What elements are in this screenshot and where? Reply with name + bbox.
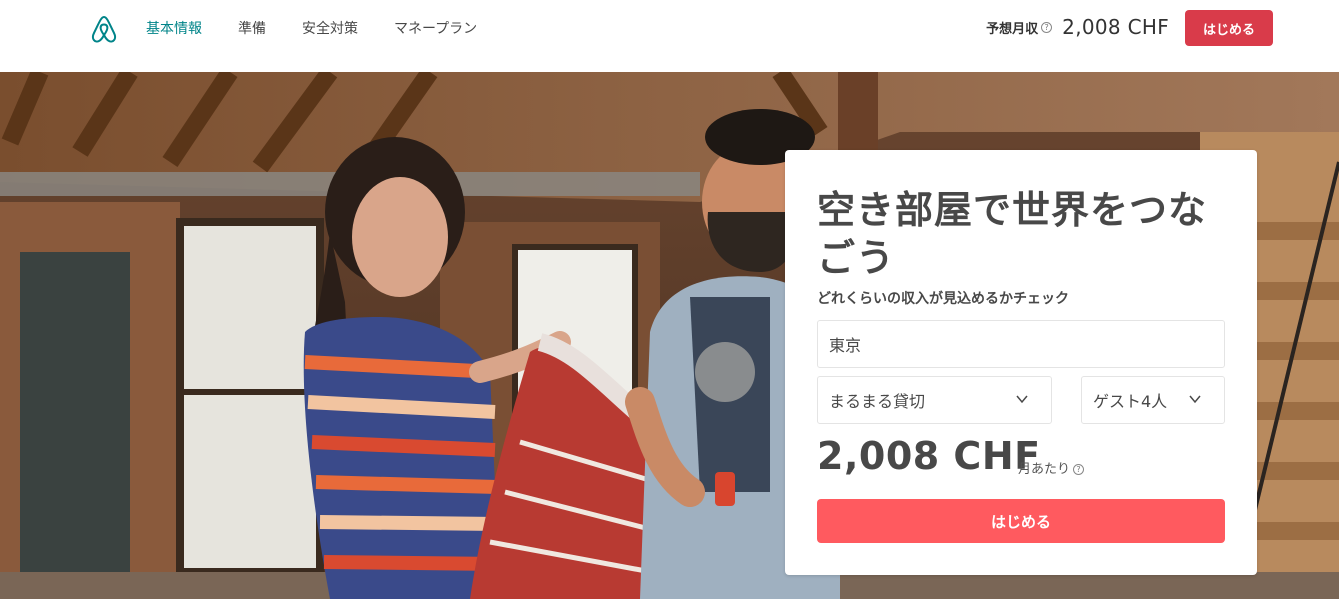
card-start-button[interactable]: はじめる — [817, 499, 1225, 543]
estimated-earnings-value: 2,008 CHF — [1062, 15, 1169, 39]
main-nav: 基本情報 準備 安全対策 マネープラン — [146, 19, 513, 44]
nav-item-basics[interactable]: 基本情報 — [146, 19, 202, 44]
estimated-price: 2,008 CHF — [817, 434, 1041, 478]
guests-select[interactable]: ゲスト4人 — [1081, 376, 1225, 424]
city-input[interactable]: 東京 — [817, 320, 1225, 368]
nav-item-preparation[interactable]: 準備 — [238, 19, 266, 44]
header-start-button[interactable]: はじめる — [1185, 10, 1273, 46]
earnings-estimator-card: 空き部屋で世界をつなごう どれくらいの収入が見込めるかチェック 東京 まるまる貸… — [785, 150, 1257, 575]
estimated-earnings-label: 予想月収 — [986, 21, 1039, 37]
nav-item-safety[interactable]: 安全対策 — [302, 19, 358, 44]
card-headline: 空き部屋で世界をつなごう — [817, 188, 1208, 280]
chevron-down-icon — [1016, 395, 1028, 404]
card-subheadline: どれくらいの収入が見込めるかチェック — [817, 291, 1069, 307]
per-month-label-group: 月あたり? — [1018, 458, 1085, 477]
airbnb-logo-icon[interactable] — [88, 14, 120, 46]
listing-type-select[interactable]: まるまる貸切 — [817, 376, 1052, 424]
per-month-label: 月あたり — [1018, 462, 1071, 477]
nav-item-money-plan[interactable]: マネープラン — [394, 19, 477, 44]
help-icon[interactable]: ? — [1073, 464, 1085, 475]
city-input-value: 東京 — [829, 336, 862, 355]
chevron-down-icon — [1189, 395, 1201, 404]
estimated-earnings: 予想月収 ? 2,008 CHF — [986, 14, 1169, 40]
top-navigation-bar: 基本情報 準備 安全対策 マネープラン 予想月収 ? 2,008 CHF はじめ… — [0, 0, 1339, 72]
guests-value: ゲスト4人 — [1093, 392, 1168, 411]
listing-type-value: まるまる貸切 — [829, 392, 926, 411]
help-icon[interactable]: ? — [1041, 21, 1053, 33]
